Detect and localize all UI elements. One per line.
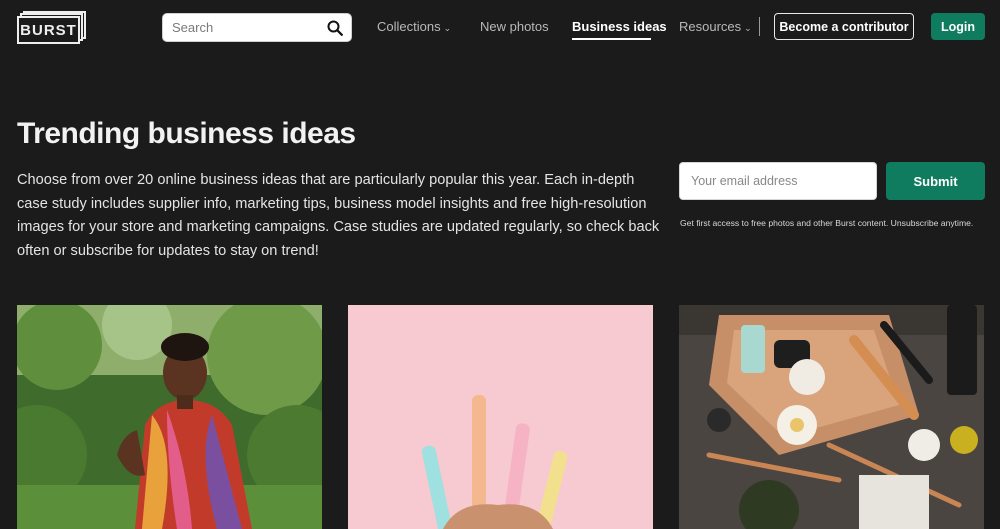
chevron-down-icon: ⌄ bbox=[744, 23, 752, 33]
nav-resources-label: Resources bbox=[679, 19, 742, 34]
email-field[interactable] bbox=[680, 163, 876, 199]
submit-button[interactable]: Submit bbox=[886, 162, 985, 200]
search-input[interactable] bbox=[172, 14, 322, 41]
burst-logo[interactable]: BURST bbox=[17, 11, 86, 44]
nav-new-photos-label: New photos bbox=[480, 19, 549, 34]
nav-resources[interactable]: Resources ⌄ bbox=[679, 19, 752, 34]
search-box bbox=[162, 13, 352, 42]
page-description: Choose from over 20 online business idea… bbox=[17, 172, 660, 259]
pastel-pens-on-pink-photo bbox=[348, 305, 653, 529]
active-nav-underline bbox=[572, 38, 651, 40]
card-makeup-flatlay[interactable] bbox=[679, 305, 984, 529]
nav-new-photos[interactable]: New photos bbox=[480, 19, 549, 34]
email-field-wrapper bbox=[679, 162, 877, 200]
logo-text: BURST bbox=[17, 16, 80, 44]
subscribe-note: Get first access to free photos and othe… bbox=[680, 218, 974, 228]
woman-in-colorful-scarf-photo bbox=[17, 305, 322, 529]
search-icon[interactable] bbox=[327, 20, 343, 36]
nav-collections[interactable]: Collections ⌄ bbox=[377, 19, 451, 34]
chevron-down-icon: ⌄ bbox=[443, 23, 452, 33]
card-woman-scarf[interactable] bbox=[17, 305, 322, 529]
become-contributor-button[interactable]: Become a contributor bbox=[774, 13, 914, 40]
nav-business-ideas-label: Business ideas bbox=[572, 19, 667, 34]
nav-business-ideas[interactable]: Business ideas bbox=[572, 19, 667, 34]
makeup-brushes-flatlay-photo bbox=[679, 305, 984, 529]
page-title: Trending business ideas bbox=[17, 117, 356, 150]
card-pastel-pens[interactable] bbox=[348, 305, 653, 529]
login-button[interactable]: Login bbox=[931, 13, 985, 40]
nav-divider bbox=[759, 17, 760, 36]
nav-collections-label: Collections bbox=[377, 19, 441, 34]
